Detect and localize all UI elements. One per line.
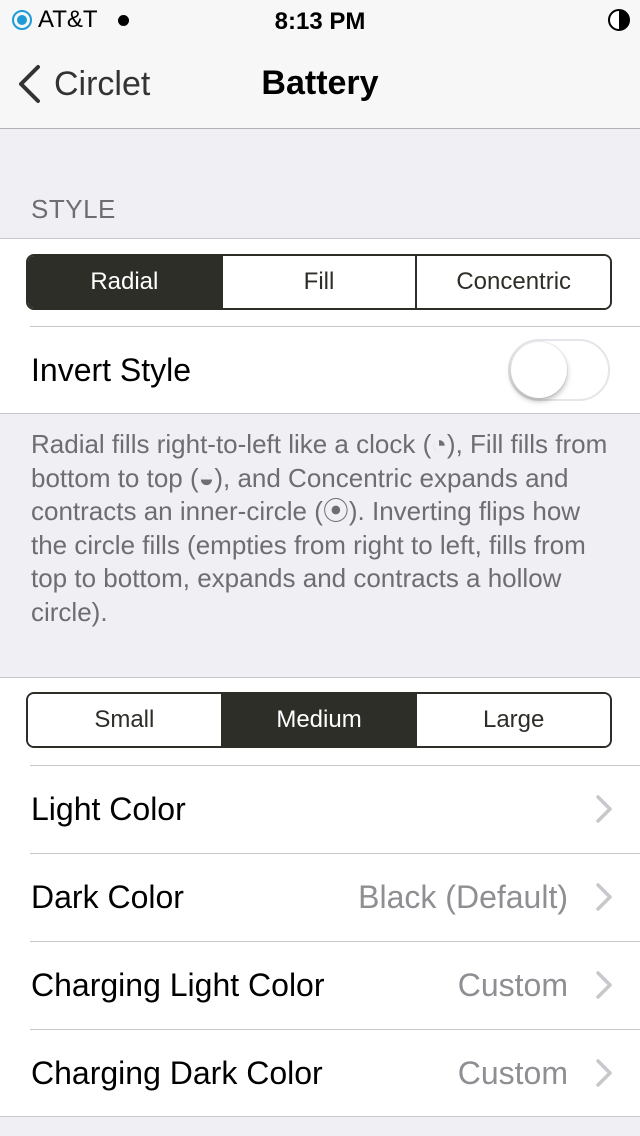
segment-small[interactable]: Small — [28, 694, 221, 746]
chevron-right-icon — [596, 795, 612, 823]
size-color-group: Small Medium Large Light Color Dark Colo… — [0, 677, 640, 1117]
row-value: Custom — [457, 967, 568, 1003]
row-value: Black (Default) — [358, 879, 568, 915]
status-bar: AT&T 8:13 PM — [0, 0, 640, 40]
style-group: Radial Fill Concentric Invert Style — [0, 238, 640, 414]
segment-medium[interactable]: Medium — [220, 694, 416, 746]
row-label: Charging Dark Color — [31, 1055, 323, 1091]
chevron-right-icon — [596, 1059, 612, 1087]
chevron-right-icon — [596, 883, 612, 911]
status-time: 8:13 PM — [274, 8, 366, 35]
toggle-knob — [511, 342, 567, 398]
half-circle-battery-icon — [608, 9, 630, 31]
row-value: Custom — [457, 1055, 568, 1091]
page-title: Battery — [261, 64, 379, 102]
invert-style-label: Invert Style — [31, 352, 192, 388]
invert-style-toggle[interactable] — [508, 339, 610, 401]
row-label: Charging Light Color — [31, 967, 325, 1003]
size-segmented-control: Small Medium Large — [26, 692, 612, 748]
row-divider — [30, 326, 640, 327]
segment-concentric[interactable]: Concentric — [415, 256, 610, 308]
dark-color-row[interactable]: Dark Color Black (Default) — [0, 854, 640, 942]
style-segmented-control: Radial Fill Concentric — [26, 254, 612, 310]
charging-dark-color-row[interactable]: Charging Dark Color Custom — [0, 1030, 640, 1118]
segment-large[interactable]: Large — [415, 694, 610, 746]
chevron-right-icon — [596, 971, 612, 999]
navigation-bar: Circlet Battery — [0, 40, 640, 129]
light-color-row[interactable]: Light Color — [0, 766, 640, 854]
charging-light-color-row[interactable]: Charging Light Color Custom — [0, 942, 640, 1030]
segment-radial[interactable]: Radial — [28, 256, 221, 308]
row-label: Light Color — [31, 791, 186, 827]
section-header-style: STYLE — [31, 194, 116, 224]
segment-fill[interactable]: Fill — [220, 256, 416, 308]
style-description: Radial fills right-to-left like a clock … — [31, 429, 608, 627]
row-label: Dark Color — [31, 879, 184, 915]
